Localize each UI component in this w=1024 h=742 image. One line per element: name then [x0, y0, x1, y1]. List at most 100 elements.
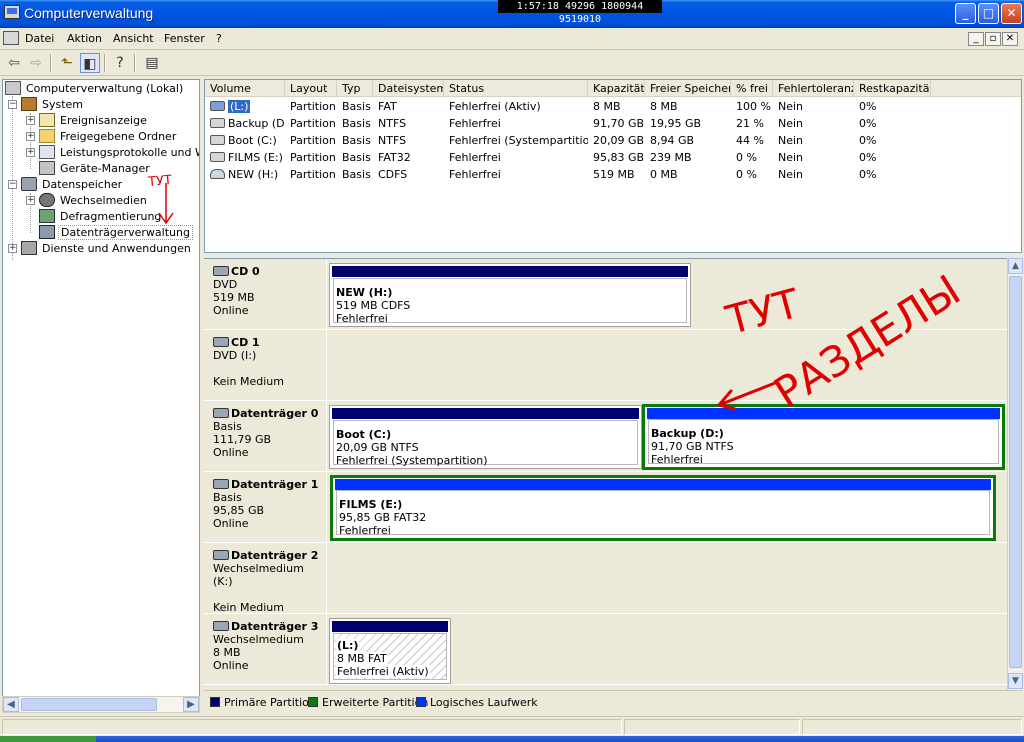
table-row[interactable]: NEW (H:) Partition Basis CDFS Fehlerfrei 519 …: [205, 166, 1021, 183]
table-cell-layout: Partition: [290, 134, 336, 147]
scroll-right-icon[interactable]: ▶: [183, 697, 199, 712]
column-restkapazitaet[interactable]: Restkapazität: [854, 80, 931, 97]
start-button[interactable]: [0, 736, 96, 742]
column-typ[interactable]: Typ: [337, 80, 373, 97]
table-row[interactable]: Boot (C:) Partition Basis NTFS Fehlerfrei (S…: [205, 132, 1021, 149]
mdi-minimize-button[interactable]: _: [968, 32, 984, 46]
scroll-up-icon[interactable]: ▲: [1008, 258, 1023, 274]
minimize-button[interactable]: _: [955, 3, 976, 24]
tree-item-system[interactable]: System: [21, 97, 85, 113]
expand-removable-icon[interactable]: +: [26, 196, 35, 205]
menu-datei[interactable]: Datei: [25, 32, 54, 45]
partition-bar: [335, 479, 991, 490]
tree-item-disk-management[interactable]: Datenträgerverwaltung: [39, 225, 193, 241]
forward-icon[interactable]: ⇨: [26, 53, 46, 73]
clock-overlay: 1:57:18 49296 1800944 9519010: [498, 0, 662, 25]
table-cell-volume: Backup (D:): [205, 115, 285, 132]
disk-label-disk0[interactable]: Datenträger 0 Basis 111,79 GB Online: [204, 401, 327, 471]
table-row[interactable]: FILMS (E:) Partition Basis FAT32 Fehlerfrei 9…: [205, 149, 1021, 166]
partition-bar: [647, 408, 1000, 419]
scroll-thumb[interactable]: [1009, 276, 1022, 668]
tree-item-shared-folders[interactable]: Freigegebene Ordner: [39, 129, 178, 145]
scroll-down-icon[interactable]: ▼: [1008, 673, 1023, 689]
disk-label-disk3[interactable]: Datenträger 3 Wechselmedium 8 MB Online: [204, 614, 327, 684]
status-panel-main: [2, 719, 622, 735]
tree-item-event-viewer[interactable]: Ereignisanzeige: [39, 113, 149, 129]
show-tree-icon[interactable]: ◧: [80, 53, 100, 73]
table-cell-ft: Nein: [778, 134, 804, 147]
table-row[interactable]: Backup (D:) Partition Basis NTFS Fehlerfrei 9…: [205, 115, 1021, 132]
tree-item-root[interactable]: Computerverwaltung (Lokal): [5, 81, 185, 97]
table-cell-volume: (L:): [205, 98, 285, 115]
table-row[interactable]: (L:) Partition Basis FAT Fehlerfrei (Aktiv) 8…: [205, 98, 1021, 115]
legend-extended: Erweiterte Partition: [308, 696, 428, 709]
disk-label-disk1[interactable]: Datenträger 1 Basis 95,85 GB Online: [204, 472, 327, 542]
mdi-restore-button[interactable]: ▫: [985, 32, 1001, 46]
table-cell-cap: 519 MB: [593, 168, 635, 181]
table-cell-status: Fehlerfrei (Systempartition): [449, 134, 588, 147]
tree-item-services[interactable]: Dienste und Anwendungen: [21, 241, 193, 257]
table-cell-layout: Partition: [290, 168, 336, 181]
scroll-left-icon[interactable]: ◀: [3, 697, 19, 712]
expand-shared-folders-icon[interactable]: +: [26, 132, 35, 141]
primary-swatch: [210, 697, 220, 707]
table-cell-typ: Basis: [342, 168, 371, 181]
mdi-close-button[interactable]: ✕: [1002, 32, 1018, 46]
properties-icon[interactable]: ▤: [142, 53, 162, 73]
partition-films-e[interactable]: FILMS (E:) 95,85 GB FAT32 Fehlerfrei: [330, 475, 996, 541]
table-cell-volume: Boot (C:): [205, 132, 285, 149]
tree-item-perf-logs[interactable]: Leistungsprotokolle und Warn: [39, 145, 199, 161]
scroll-thumb[interactable]: [21, 698, 157, 711]
tree-item-storage[interactable]: Datenspeicher: [21, 177, 124, 193]
close-button[interactable]: ✕: [1001, 3, 1022, 24]
menu-fenster[interactable]: Fenster: [164, 32, 205, 45]
maximize-button[interactable]: □: [978, 3, 999, 24]
table-cell-ft: Nein: [778, 117, 804, 130]
hard-disk-icon: [213, 408, 229, 418]
disk-label-disk2[interactable]: Datenträger 2 Wechselmedium (K:) Kein Me…: [204, 543, 327, 614]
column-volume[interactable]: Volume: [205, 80, 285, 97]
collapse-storage-icon[interactable]: −: [8, 180, 17, 189]
disk-map-vertical-scrollbar[interactable]: ▲ ▼: [1007, 258, 1023, 690]
help-icon[interactable]: ?: [110, 53, 130, 73]
expand-perf-logs-icon[interactable]: +: [26, 148, 35, 157]
menu-aktion[interactable]: Aktion: [67, 32, 102, 45]
disk-label-cd0[interactable]: CD 0 DVD 519 MB Online: [204, 259, 327, 329]
column-prozent-frei[interactable]: % frei: [731, 80, 773, 97]
table-cell-ft: Nein: [778, 168, 804, 181]
collapse-system-icon[interactable]: −: [8, 100, 17, 109]
menu-help[interactable]: ?: [216, 32, 222, 45]
up-folder-icon[interactable]: ⬑: [57, 53, 77, 73]
column-layout[interactable]: Layout: [285, 80, 337, 97]
cd-volume-icon: [210, 169, 225, 179]
removable-disk-icon: [213, 550, 229, 560]
partition-boot-c[interactable]: Boot (C:) 20,09 GB NTFS Fehlerfrei (Syst…: [329, 405, 642, 469]
tree-item-defrag[interactable]: Defragmentierung: [39, 209, 163, 225]
disk-row-disk3: Datenträger 3 Wechselmedium 8 MB Online …: [204, 614, 1007, 685]
table-cell-ft: Nein: [778, 151, 804, 164]
partition-l[interactable]: (L:) 8 MB FAT Fehlerfrei (Aktiv): [329, 618, 451, 684]
tree-item-device-manager[interactable]: Geräte-Manager: [39, 161, 152, 177]
column-dateisystem[interactable]: Dateisystem: [373, 80, 444, 97]
column-kapazitaet[interactable]: Kapazität: [588, 80, 645, 97]
table-cell-rest: 0%: [859, 168, 877, 181]
system-menu-icon[interactable]: [3, 31, 19, 45]
expand-services-icon[interactable]: +: [8, 244, 17, 253]
column-status[interactable]: Status: [444, 80, 588, 97]
removable-storage-icon: [39, 193, 55, 207]
tree-horizontal-scrollbar[interactable]: ◀ ▶: [2, 696, 200, 713]
column-fehlertoleranz[interactable]: Fehlertoleranz: [773, 80, 854, 97]
menu-ansicht[interactable]: Ansicht: [113, 32, 154, 45]
disk-label-cd1[interactable]: CD 1 DVD (I:) Kein Medium: [204, 330, 327, 400]
partition-backup-d[interactable]: Backup (D:) 91,70 GB NTFS Fehlerfrei: [642, 404, 1005, 470]
partition-new-h[interactable]: NEW (H:) 519 MB CDFS Fehlerfrei: [329, 263, 691, 327]
table-cell-status: Fehlerfrei: [449, 151, 501, 164]
volume-icon: [210, 135, 225, 145]
back-icon[interactable]: ⇦: [4, 53, 24, 73]
tree-item-removable[interactable]: Wechselmedien: [39, 193, 149, 209]
expand-event-viewer-icon[interactable]: +: [26, 116, 35, 125]
disk-map: CD 0 DVD 519 MB Online NEW (H:) 519 MB C…: [204, 258, 1007, 690]
column-freier-speicher[interactable]: Freier Speicher: [645, 80, 731, 97]
console-tree: Computerverwaltung (Lokal) − System + Er…: [2, 79, 200, 713]
toolbar-separator: [50, 54, 52, 72]
